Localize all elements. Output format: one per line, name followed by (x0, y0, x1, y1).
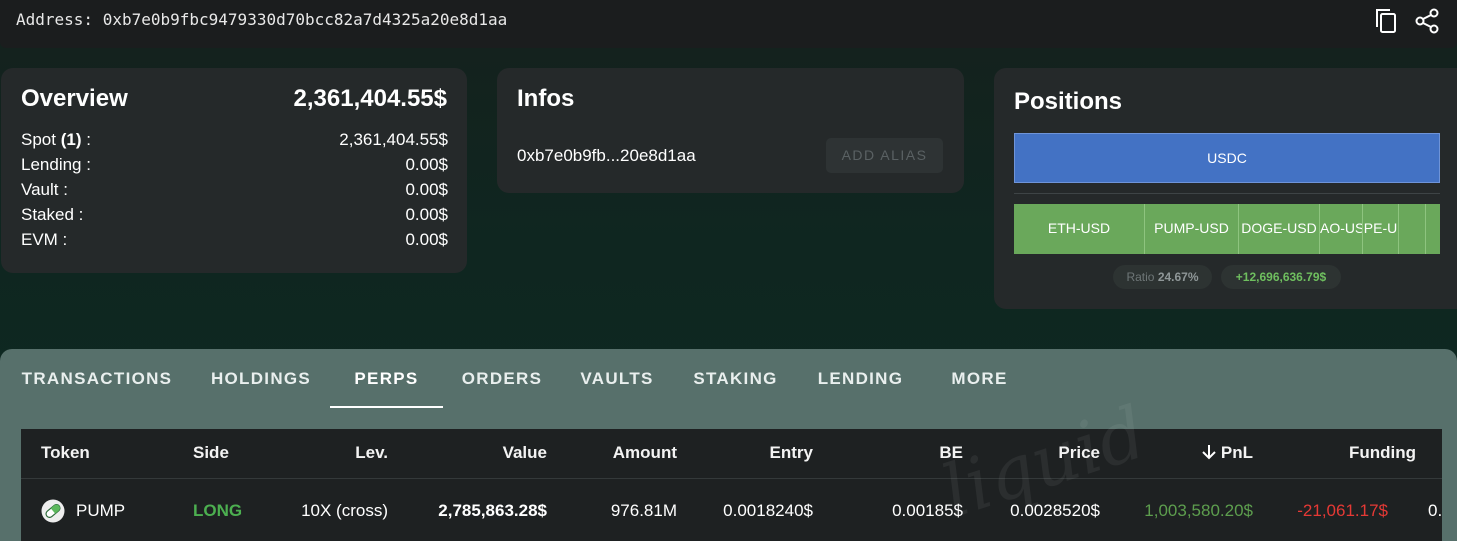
overview-row-value: 0.00$ (405, 180, 448, 199)
amount-value: 976.81M (610, 501, 677, 520)
positions-pnl-badge: +12,696,636.79$ (1221, 265, 1341, 289)
tab-vaults[interactable]: VAULTS (574, 349, 660, 409)
pnl-value: 1,003,580.20$ (1144, 501, 1253, 520)
positions-card: Positions USDC ETH-USD PUMP-USD DOGE-USD… (994, 68, 1457, 309)
position-segment-pe[interactable]: PE-U (1363, 204, 1399, 254)
tab-more[interactable]: MORE (946, 349, 1013, 409)
positions-divider (1014, 193, 1440, 194)
token-name: PUMP (76, 501, 126, 520)
overview-card: Overview 2,361,404.55$ Spot (1) : 2,361,… (1, 68, 467, 273)
column-header-lev[interactable]: Lev. (355, 443, 388, 463)
position-segment-eth[interactable]: ETH-USD (1014, 204, 1145, 254)
add-alias-button[interactable]: ADD ALIAS (826, 138, 943, 173)
overview-row-value: 0.00$ (405, 155, 448, 174)
tab-transactions[interactable]: TRANSACTIONS (16, 349, 178, 409)
tab-holdings[interactable]: HOLDINGS (206, 349, 316, 409)
arrow-down-icon (1202, 445, 1216, 460)
tab-staking[interactable]: STAKING (687, 349, 784, 409)
overview-total: 2,361,404.55$ (293, 85, 447, 112)
infos-card: Infos 0xb7e0b9fb...20e8d1aa ADD ALIAS (497, 68, 964, 193)
address-label: Address: 0xb7e0b9fbc9479330d70bcc82a7d43… (16, 10, 508, 29)
column-header-funding[interactable]: Funding (1349, 443, 1416, 463)
overview-row-vault: Vault : 0.00$ (21, 180, 448, 202)
overview-row-label: Staked : (21, 205, 84, 224)
column-header-entry[interactable]: Entry (770, 443, 813, 463)
positions-title: Positions (1014, 88, 1123, 115)
infos-title: Infos (517, 85, 575, 112)
overview-row-label: EVM : (21, 230, 68, 249)
ratio-badge: Ratio 24.67% (1113, 265, 1212, 289)
entry-value: 0.0018240$ (723, 501, 813, 520)
column-header-side[interactable]: Side (193, 443, 229, 463)
overview-title: Overview (21, 85, 128, 112)
funding-value: -21,061.17$ (1297, 501, 1388, 520)
overview-row-label: Lending : (21, 155, 91, 174)
overview-row-value: 0.00$ (405, 230, 448, 249)
position-segment-ao[interactable]: AO-US (1320, 204, 1363, 254)
position-segment-doge[interactable]: DOGE-USD (1239, 204, 1320, 254)
position-segment-6[interactable] (1399, 204, 1426, 254)
tabs-panel: TRANSACTIONS HOLDINGS PERPS ORDERS VAULT… (0, 349, 1457, 541)
position-segment-pump[interactable]: PUMP-USD (1145, 204, 1239, 254)
tab-orders[interactable]: ORDERS (457, 349, 547, 409)
overview-row-spot: Spot (1) : 2,361,404.55$ (21, 130, 448, 152)
leverage-value: 10X (cross) (301, 501, 388, 520)
side-badge: LONG (193, 501, 243, 520)
overview-row-staked: Staked : 0.00$ (21, 205, 448, 227)
perps-table: Token Side Lev. Value Amount Entry BE Pr… (21, 429, 1442, 541)
overview-row-lending: Lending : 0.00$ (21, 155, 448, 177)
overflow-cell: 0. (1428, 501, 1443, 520)
address-bar: Address: 0xb7e0b9fbc9479330d70bcc82a7d43… (0, 0, 1457, 48)
position-value: 2,785,863.28$ (438, 501, 547, 520)
overview-row-value: 2,361,404.55$ (339, 130, 448, 149)
table-header-divider (21, 478, 1442, 479)
column-header-pnl[interactable]: PnL (1201, 443, 1253, 463)
overview-row-label: Spot (1) : (21, 130, 91, 149)
usdc-bar[interactable]: USDC (1014, 133, 1440, 183)
tab-lending[interactable]: LENDING (812, 349, 909, 409)
short-address: 0xb7e0b9fb...20e8d1aa (517, 146, 696, 165)
pill-icon (41, 499, 65, 528)
overview-row-label: Vault : (21, 180, 68, 199)
share-icon[interactable] (1414, 6, 1442, 36)
overview-row-value: 0.00$ (405, 205, 448, 224)
active-tab-indicator (330, 406, 443, 408)
overview-row-evm: EVM : 0.00$ (21, 230, 448, 252)
position-segment-7[interactable] (1426, 204, 1440, 254)
tab-perps[interactable]: PERPS (330, 349, 443, 409)
copy-icon[interactable] (1373, 6, 1401, 36)
column-header-token[interactable]: Token (41, 443, 90, 463)
column-header-value[interactable]: Value (503, 443, 547, 463)
column-header-amount[interactable]: Amount (613, 443, 677, 463)
